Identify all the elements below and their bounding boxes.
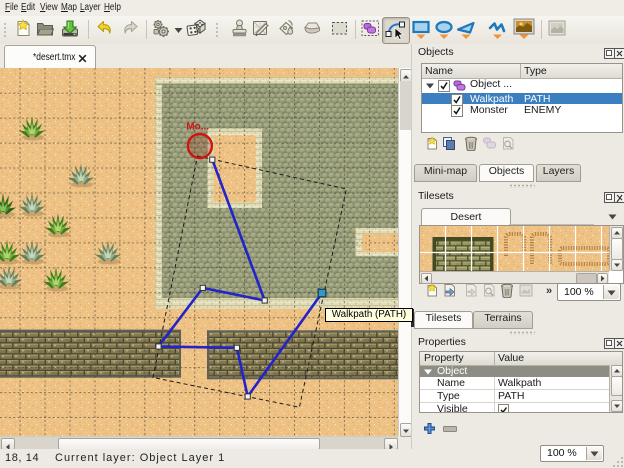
svg-text:Mo...: Mo...: [186, 121, 209, 132]
